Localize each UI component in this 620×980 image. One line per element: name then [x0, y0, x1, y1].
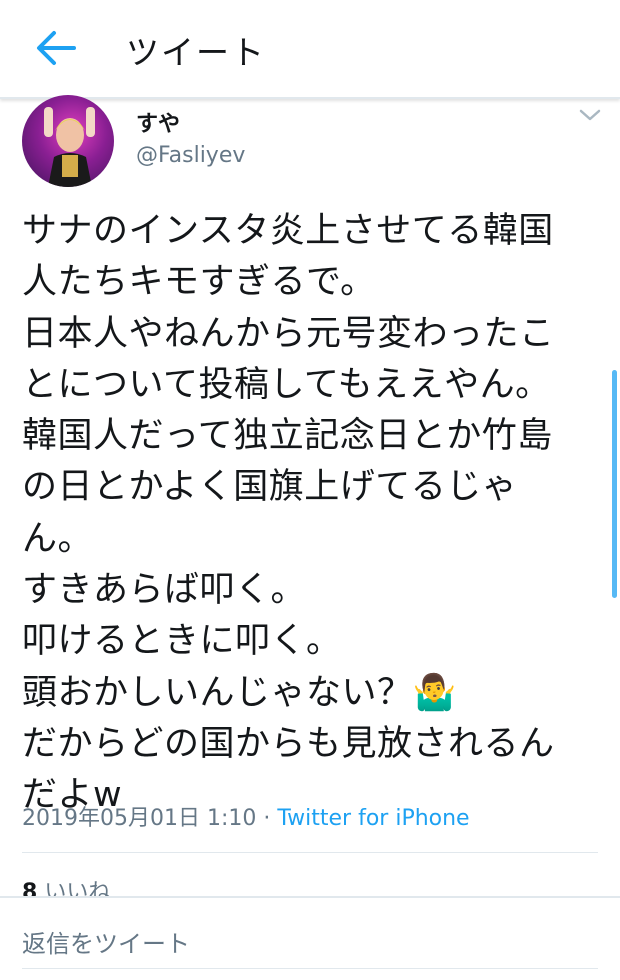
divider — [22, 852, 598, 853]
source-link[interactable]: Twitter for iPhone — [277, 806, 469, 831]
tweet-meta: 2019年05月01日 1:10 · Twitter for iPhone — [22, 800, 470, 832]
tweet-menu-button[interactable] — [578, 106, 602, 124]
tweet-text: サナのインスタ炎上させてる韓国 人たちキモすぎるで。 日本人やねんから元号変わっ… — [22, 211, 555, 816]
timestamp[interactable]: 2019年05月01日 1:10 — [22, 806, 256, 831]
display-name[interactable]: すや — [136, 106, 180, 138]
avatar-image — [44, 107, 95, 187]
scrollbar[interactable] — [612, 370, 617, 598]
page-title: ツイート — [126, 33, 266, 72]
chevron-down-icon — [579, 109, 601, 121]
user-handle[interactable]: @Fasliyev — [136, 143, 245, 168]
top-bar: ツイート — [0, 0, 620, 99]
avatar[interactable] — [22, 95, 114, 187]
reply-underline — [22, 968, 598, 969]
likes-stat[interactable]: 8 いいね — [22, 874, 110, 898]
reply-bar: 返信をツイート — [0, 896, 620, 980]
back-button[interactable] — [34, 28, 78, 68]
reply-input[interactable]: 返信をツイート — [22, 924, 190, 959]
arrow-left-icon — [37, 31, 76, 65]
meta-separator: · — [256, 806, 278, 831]
